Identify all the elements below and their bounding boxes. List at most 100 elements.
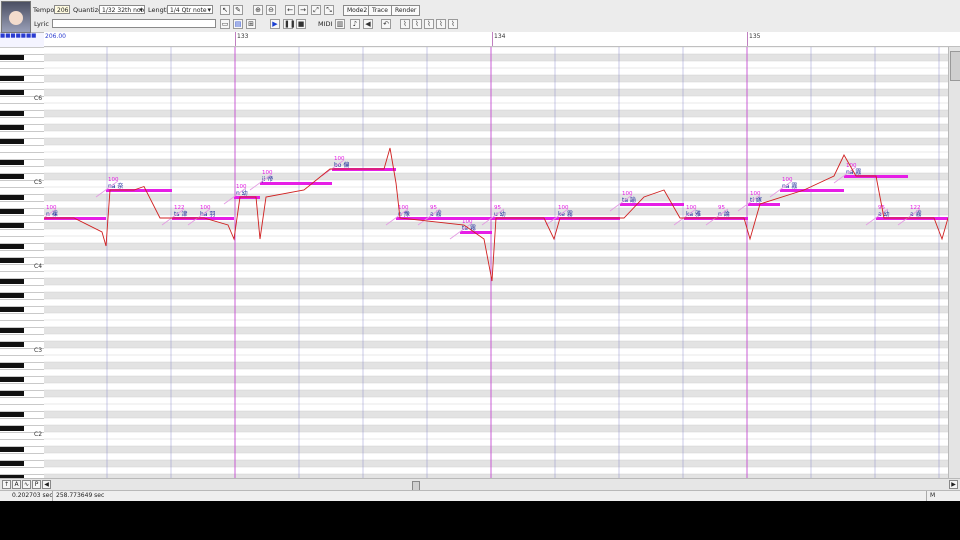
- pitch-tool-4-icon[interactable]: ⌇: [436, 19, 446, 29]
- quantize-label: Quantize: [73, 6, 103, 14]
- note-lyric[interactable]: ti 嫁: [750, 196, 762, 204]
- note-lyric[interactable]: n 論: [718, 210, 730, 218]
- white-key-border: [0, 215, 44, 216]
- undo-icon[interactable]: ↶: [381, 19, 391, 29]
- black-key[interactable]: [0, 111, 24, 116]
- black-key[interactable]: [0, 363, 24, 368]
- split-icon[interactable]: ⤢: [311, 5, 321, 15]
- scroll-left-icon[interactable]: ←: [285, 5, 295, 15]
- portamento-icon[interactable]: P: [32, 480, 41, 489]
- length-select[interactable]: 1/4 Qtr note: [167, 5, 213, 14]
- pitch-tool-2-icon[interactable]: ⌇: [412, 19, 422, 29]
- note-lyric[interactable]: u 幼: [494, 210, 506, 218]
- play-icon[interactable]: ▶: [270, 19, 280, 29]
- black-key[interactable]: [0, 377, 24, 382]
- pause-icon[interactable]: ❚❚: [283, 19, 296, 29]
- white-key-border: [0, 250, 44, 251]
- black-key[interactable]: [0, 258, 24, 263]
- grid-toggle-icon[interactable]: ⊞: [246, 19, 256, 29]
- white-key-border: [0, 355, 44, 356]
- track-a-icon[interactable]: A: [12, 480, 21, 489]
- black-key[interactable]: [0, 293, 24, 298]
- vibrato-icon[interactable]: ∿: [22, 480, 31, 489]
- pointer-tool-icon[interactable]: ↖: [220, 5, 230, 15]
- total-time: 258.773649 sec: [56, 492, 105, 499]
- note-lyric[interactable]: na 奈: [108, 182, 123, 190]
- piano-roll-icon[interactable]: ▤: [233, 19, 243, 29]
- vertical-scroll-thumb[interactable]: [950, 51, 960, 81]
- zoom-out-icon[interactable]: ⊖: [266, 5, 276, 15]
- white-key-border: [0, 425, 44, 426]
- piano-roll-grid[interactable]: n 裸 100 na 奈 100 ts 津 122 ha 羽 100 n 幼 100 ji 帝 100…: [44, 47, 948, 478]
- black-key[interactable]: [0, 426, 24, 431]
- piano-keyboard[interactable]: C6 C5 C4 C3 C2: [0, 47, 45, 478]
- black-key[interactable]: [0, 55, 24, 60]
- black-key[interactable]: [0, 209, 24, 214]
- black-key[interactable]: [0, 160, 24, 165]
- tempo-marker[interactable]: 206.00: [45, 33, 66, 40]
- grid-row-black: [44, 159, 948, 166]
- black-key[interactable]: [0, 90, 24, 95]
- tempo-info-flags: ■■■■■■■: [0, 33, 37, 39]
- black-key[interactable]: [0, 328, 24, 333]
- note-lyric[interactable]: bo 偏: [334, 161, 349, 169]
- grid-row-black: [44, 243, 948, 250]
- scroll-right-arrow-icon[interactable]: ▶: [949, 480, 958, 489]
- pitch-tool-3-icon[interactable]: ⌇: [424, 19, 434, 29]
- black-key[interactable]: [0, 139, 24, 144]
- black-key[interactable]: [0, 461, 24, 466]
- stop-icon[interactable]: ■: [296, 19, 306, 29]
- black-key[interactable]: [0, 447, 24, 452]
- quantize-select[interactable]: 1/32 32th note: [99, 5, 145, 14]
- black-key[interactable]: [0, 279, 24, 284]
- speaker-icon[interactable]: ◀: [363, 19, 373, 29]
- measure-ruler[interactable]: 206.00 133 134 135: [44, 32, 960, 47]
- pitch-tool-1-icon[interactable]: ⌇: [400, 19, 410, 29]
- note-lyric[interactable]: n 裸: [46, 210, 58, 218]
- zoom-in-icon[interactable]: ⊕: [253, 5, 263, 15]
- tempo-info: ■■■■■■■: [0, 33, 44, 47]
- mode2-button[interactable]: Mode2: [343, 5, 372, 16]
- trace-button[interactable]: Trace: [368, 5, 392, 16]
- note-lyric[interactable]: ji 帝: [261, 175, 273, 183]
- midi-input-icon[interactable]: ♪: [350, 19, 360, 29]
- white-key-border: [0, 362, 44, 363]
- snap-left-icon[interactable]: ↑: [2, 480, 11, 489]
- black-key[interactable]: [0, 76, 24, 81]
- tempo-input[interactable]: 206.0: [54, 5, 70, 14]
- render-button[interactable]: Render: [391, 5, 421, 16]
- black-key[interactable]: [0, 174, 24, 179]
- white-key-border: [0, 89, 44, 90]
- white-key-border: [0, 467, 44, 468]
- black-key[interactable]: [0, 125, 24, 130]
- black-key[interactable]: [0, 391, 24, 396]
- fit-icon[interactable]: ⤡: [324, 5, 334, 15]
- octave-label: C3: [34, 347, 43, 354]
- white-key-border: [0, 299, 44, 300]
- note-lyric[interactable]: n 幼: [236, 189, 248, 197]
- black-key[interactable]: [0, 195, 24, 200]
- open-folder-icon[interactable]: ▭: [220, 19, 230, 29]
- voicebank-avatar[interactable]: [1, 1, 31, 33]
- black-key[interactable]: [0, 307, 24, 312]
- black-key[interactable]: [0, 223, 24, 228]
- scroll-right-icon[interactable]: →: [298, 5, 308, 15]
- pencil-tool-icon[interactable]: ✎: [233, 5, 243, 15]
- white-key-border: [0, 229, 44, 230]
- white-key-border: [0, 194, 44, 195]
- note-velocity: 100: [462, 219, 473, 225]
- piano-roll-canvas[interactable]: n 裸100na 奈100ts 津122ha 羽100n 幼100ji 帝100…: [44, 47, 948, 478]
- pitch-tool-5-icon[interactable]: ⌇: [448, 19, 458, 29]
- measure-number: 133: [237, 33, 249, 40]
- grid-row-black: [44, 390, 948, 397]
- black-key[interactable]: [0, 412, 24, 417]
- midi-keyboard-icon[interactable]: ▥: [335, 19, 345, 29]
- measure-tick: [492, 32, 493, 46]
- white-key-border: [0, 369, 44, 370]
- white-key-border: [0, 243, 44, 244]
- lyric-input[interactable]: [52, 19, 216, 28]
- black-key[interactable]: [0, 244, 24, 249]
- scroll-left-arrow-icon[interactable]: ◀: [42, 480, 51, 489]
- black-key[interactable]: [0, 342, 24, 347]
- vertical-scrollbar[interactable]: [948, 47, 960, 478]
